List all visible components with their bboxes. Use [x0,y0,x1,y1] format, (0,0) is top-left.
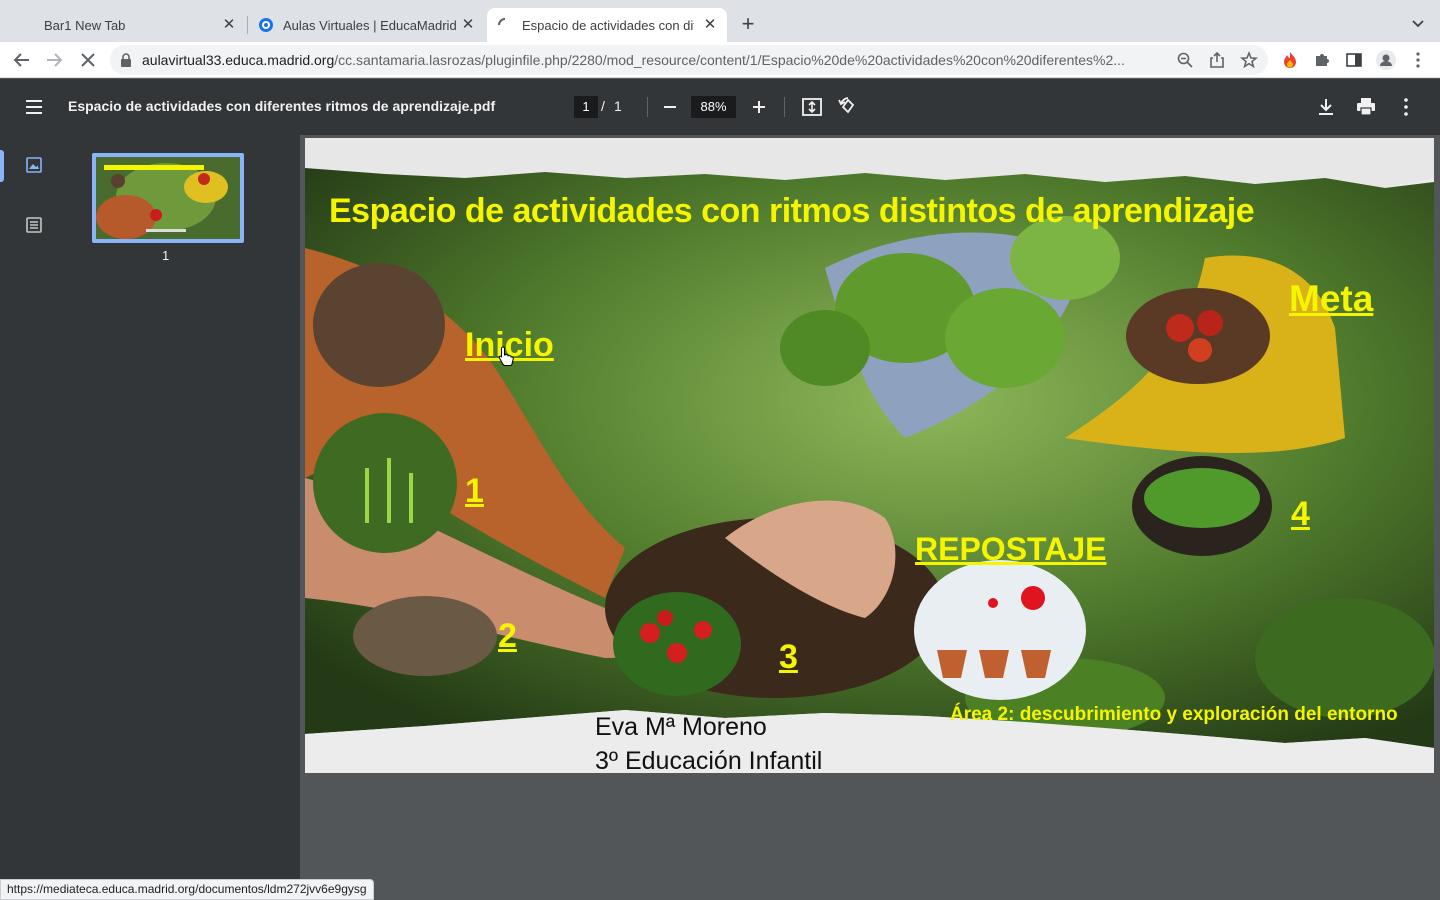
extensions-puzzle-icon[interactable] [1313,51,1331,69]
close-icon[interactable]: ✕ [459,16,477,34]
tab-search-chevron-icon[interactable] [1408,14,1428,34]
author-block: Eva Mª Moreno 3º Educación Infantil [595,710,822,773]
url-host: aulavirtual33.educa.madrid.org [142,52,335,68]
zoom-level-input[interactable]: 88% [691,96,736,118]
fit-to-page-icon[interactable] [800,95,824,119]
page-thumbnail-image [96,157,240,239]
stage-link-meta[interactable]: Meta [1289,278,1373,320]
close-icon[interactable]: ✕ [220,16,238,34]
print-icon[interactable] [1354,95,1378,119]
educamadrid-favicon-icon [259,18,273,32]
stage-link-2[interactable]: 2 [498,617,517,656]
back-arrow-icon[interactable] [10,48,34,72]
tab-title: Bar1 New Tab [44,17,126,33]
pdf-toolbar: Espacio de actividades con diferentes ri… [0,79,1440,135]
toolbar-divider [784,97,785,117]
author-name: Eva Mª Moreno [595,713,767,741]
tab-pdf-document[interactable]: Espacio de actividades con dife ✕ [487,8,727,42]
download-icon[interactable] [1314,95,1338,119]
hamburger-menu-icon[interactable] [22,95,46,119]
zoom-in-button[interactable] [747,95,771,119]
stop-loading-icon[interactable] [76,48,100,72]
zoom-out-button[interactable] [658,95,682,119]
page-separator: / [601,98,605,114]
hand-cursor-icon [498,346,514,366]
link-status-bubble: https://mediateca.educa.madrid.org/docum… [0,879,374,900]
bookmark-star-icon[interactable] [1240,51,1258,69]
url-text: aulavirtual33.educa.madrid.org/cc.santam… [142,52,1142,68]
pdf-sidebar: 1 [0,135,300,900]
close-icon[interactable]: ✕ [701,16,719,34]
stage-link-repostaje[interactable]: REPOSTAJE [915,531,1106,568]
page-number-input[interactable]: 1 [574,96,598,118]
tab-new-tab[interactable]: Bar1 New Tab ✕ [8,8,246,42]
thumbnails-view-icon[interactable] [24,155,44,175]
forward-arrow-icon[interactable] [42,48,66,72]
address-bar[interactable]: aulavirtual33.educa.madrid.org/cc.santam… [110,45,1268,75]
pdf-file-title: Espacio de actividades con diferentes ri… [68,98,496,114]
garden-photo-background [305,138,1434,773]
stage-link-1[interactable]: 1 [465,472,484,511]
browser-toolbar: aulavirtual33.educa.madrid.org/cc.santam… [0,42,1440,78]
pdf-document-area[interactable]: Espacio de actividades con ritmos distin… [300,135,1440,900]
side-panel-icon[interactable] [1345,51,1363,69]
document-outline-icon[interactable] [24,215,44,235]
new-tab-button[interactable]: + [736,13,760,37]
extension-flame-icon[interactable] [1281,51,1299,69]
share-icon[interactable] [1208,51,1226,69]
tab-title: Espacio de actividades con dife [522,17,694,33]
zoom-magnifier-icon[interactable] [1176,51,1194,69]
profile-avatar-icon[interactable] [1376,50,1396,70]
tab-aulas-virtuales[interactable]: Aulas Virtuales | EducaMadrid ✕ [249,8,485,42]
tab-divider [247,16,248,34]
pdf-more-options-icon[interactable] [1394,95,1418,119]
loading-spinner-icon [498,18,506,26]
chrome-menu-kebab-icon[interactable] [1409,51,1427,69]
author-course: 3º Educación Infantil [595,747,823,773]
pdf-page: Espacio de actividades con ritmos distin… [305,138,1434,773]
sidebar-active-indicator [0,150,4,182]
url-path: /cc.santamaria.lasrozas/pluginfile.php/2… [334,52,1125,68]
tab-strip: Bar1 New Tab ✕ Aulas Virtuales | EducaMa… [0,0,1440,42]
stage-link-3[interactable]: 3 [779,638,798,677]
rotate-counterclockwise-icon[interactable] [836,95,860,119]
curriculum-area-label: Área 2: descubrimiento y exploración del… [950,704,1398,725]
page-total: 1 [614,98,622,114]
tab-title: Aulas Virtuales | EducaMadrid [283,17,457,33]
toolbar-divider [647,97,648,117]
thumbnail-page-number: 1 [162,248,170,263]
lock-icon [121,53,131,67]
page-thumbnail[interactable] [92,153,244,243]
slide-title: Espacio de actividades con ritmos distin… [329,192,1255,230]
stage-link-4[interactable]: 4 [1291,495,1310,534]
